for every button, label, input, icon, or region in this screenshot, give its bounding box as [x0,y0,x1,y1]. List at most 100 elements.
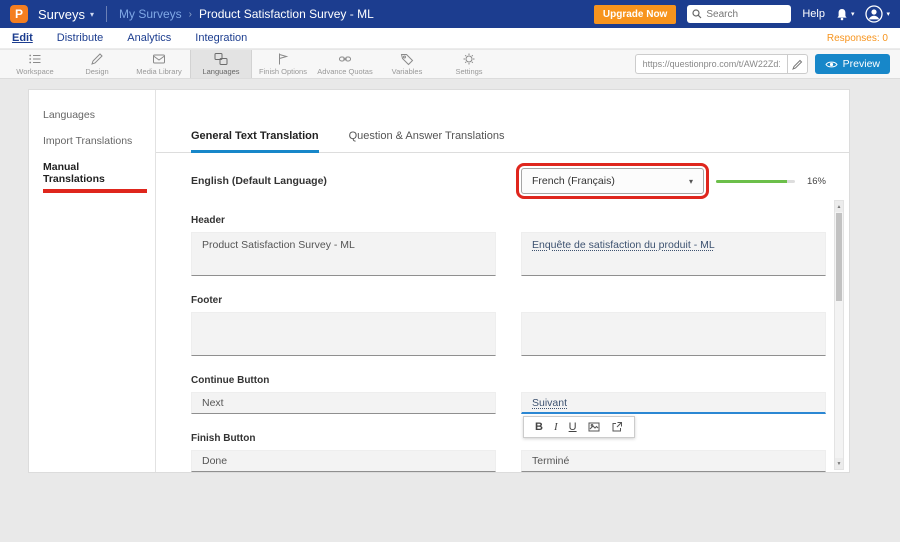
survey-url-input[interactable] [635,54,787,74]
breadcrumb-my-surveys[interactable]: My Surveys [119,7,182,21]
field-label-continue-button: Continue Button [191,375,826,386]
translation-progress-bar [716,180,795,183]
global-search [687,5,791,23]
toolbar-item-variables[interactable]: Variables [376,50,438,78]
format-toolbar: B I U [523,416,635,438]
target-text-value: Suivant [532,397,567,409]
external-link-button[interactable] [611,421,623,433]
target-text-footer[interactable] [521,312,826,356]
sidebar-item-import-translations[interactable]: Import Translations [29,128,155,154]
field-row-footer: Footer [191,295,826,356]
source-text-footer[interactable] [191,312,496,356]
help-link[interactable]: Help [802,8,825,20]
source-text-value: Done [202,455,227,467]
translation-tabs: General Text Translation Question & Answ… [156,130,849,153]
preview-button-label: Preview [843,58,880,70]
survey-url-group [635,54,808,74]
divider [106,6,107,22]
upgrade-now-button[interactable]: Upgrade Now [594,5,676,24]
design-icon [90,52,104,66]
notifications-menu[interactable]: ▾ [836,8,855,21]
translations-sidebar: Languages Import Translations Manual Tra… [29,90,156,472]
breadcrumb-separator: › [189,9,192,20]
surveys-menu[interactable]: Surveys ▾ [38,7,94,22]
chevron-down-icon: ▾ [90,10,94,19]
breadcrumb-survey-title: Product Satisfaction Survey - ML [199,7,374,21]
tab-integration[interactable]: Integration [195,32,247,44]
bell-icon [836,8,848,21]
target-text-value: Terminé [532,455,569,467]
scroll-down-button[interactable]: ▼ [835,458,843,469]
pencil-icon [792,59,803,70]
field-row-finish-button: Finish Button Done Terminé [191,433,826,472]
toolbar-item-workspace[interactable]: Workspace [4,50,66,78]
field-label-header: Header [191,215,826,226]
primary-nav: Edit Distribute Analytics Integration Re… [0,28,900,49]
field-row-header: Header Product Satisfaction Survey - ML … [191,215,826,276]
search-icon [692,9,702,19]
variables-icon [400,52,414,66]
bold-button[interactable]: B [535,421,543,433]
source-language-label: English (Default Language) [191,175,496,187]
source-text-continue-button[interactable]: Next [191,392,496,414]
toolbar-item-design[interactable]: Design [66,50,128,78]
tab-distribute[interactable]: Distribute [57,32,103,44]
eye-icon [825,60,838,69]
target-text-continue-button[interactable]: Suivant [521,392,826,414]
preview-button[interactable]: Preview [815,54,890,74]
target-language-dropdown[interactable]: French (Français) ▾ [521,168,704,194]
target-language-value: French (Français) [532,175,615,187]
toolbar-item-languages[interactable]: Languages [190,50,252,78]
content-area: Languages Import Translations Manual Tra… [0,79,900,542]
target-text-header[interactable]: Enquête de satisfaction du produit - ML [521,232,826,276]
toolbar-item-label: Finish Options [259,67,307,76]
edit-url-button[interactable] [787,54,808,74]
sidebar-item-manual-translations[interactable]: Manual Translations [29,154,155,200]
toolbar-item-finish-options[interactable]: Finish Options [252,50,314,78]
source-text-value: Product Satisfaction Survey - ML [202,239,355,251]
chevron-down-icon: ▾ [851,10,855,18]
workspace-icon [28,52,42,66]
chevron-down-icon: ▾ [689,177,693,186]
field-label-finish-button: Finish Button [191,433,826,444]
toolbar-item-label: Variables [392,67,423,76]
italic-button[interactable]: I [554,421,558,433]
toolbar-item-label: Workspace [16,67,53,76]
finish-options-icon [276,52,290,66]
scroll-up-button[interactable]: ▲ [835,201,843,212]
toolbar-item-media-library[interactable]: Media Library [128,50,190,78]
insert-image-button[interactable] [588,421,600,433]
breadcrumb: My Surveys › Product Satisfaction Survey… [119,7,374,21]
field-row-continue-button: Continue Button Next Suivant B I U [191,375,826,414]
surveys-menu-label: Surveys [38,7,85,22]
tab-general-text-translation[interactable]: General Text Translation [191,130,319,153]
translations-panel: Languages Import Translations Manual Tra… [28,89,850,473]
sidebar-item-languages[interactable]: Languages [29,102,155,128]
media-library-icon [152,52,166,66]
language-selection-row: English (Default Language) French (Franç… [191,163,826,199]
target-text-finish-button[interactable]: Terminé [521,450,826,472]
search-input[interactable] [706,9,784,20]
field-label-footer: Footer [191,295,826,306]
vertical-scrollbar[interactable]: ▲ ▼ [834,200,844,470]
source-text-value: Next [202,397,224,409]
questionpro-logo[interactable]: P [10,5,28,23]
tab-edit[interactable]: Edit [12,32,33,44]
toolbar-item-advance-quotas[interactable]: Advance Quotas [314,50,376,78]
toolbar-item-label: Media Library [136,67,181,76]
toolbar-item-settings[interactable]: Settings [438,50,500,78]
scrollbar-thumb[interactable] [836,213,842,301]
source-text-finish-button[interactable]: Done [191,450,496,472]
underline-button[interactable]: U [569,421,577,433]
translation-main: General Text Translation Question & Answ… [156,90,849,472]
account-menu[interactable]: ▾ [865,5,890,23]
tab-question-answer-translations[interactable]: Question & Answer Translations [349,130,505,152]
source-text-header[interactable]: Product Satisfaction Survey - ML [191,232,496,276]
top-bar: P Surveys ▾ My Surveys › Product Satisfa… [0,0,900,28]
translation-progress-percent: 16% [807,176,826,187]
target-text-value: Enquête de satisfaction du produit - ML [532,239,715,251]
responses-count[interactable]: Responses: 0 [827,33,888,44]
languages-icon [214,52,228,66]
tab-analytics[interactable]: Analytics [127,32,171,44]
settings-gear-icon [462,52,476,66]
